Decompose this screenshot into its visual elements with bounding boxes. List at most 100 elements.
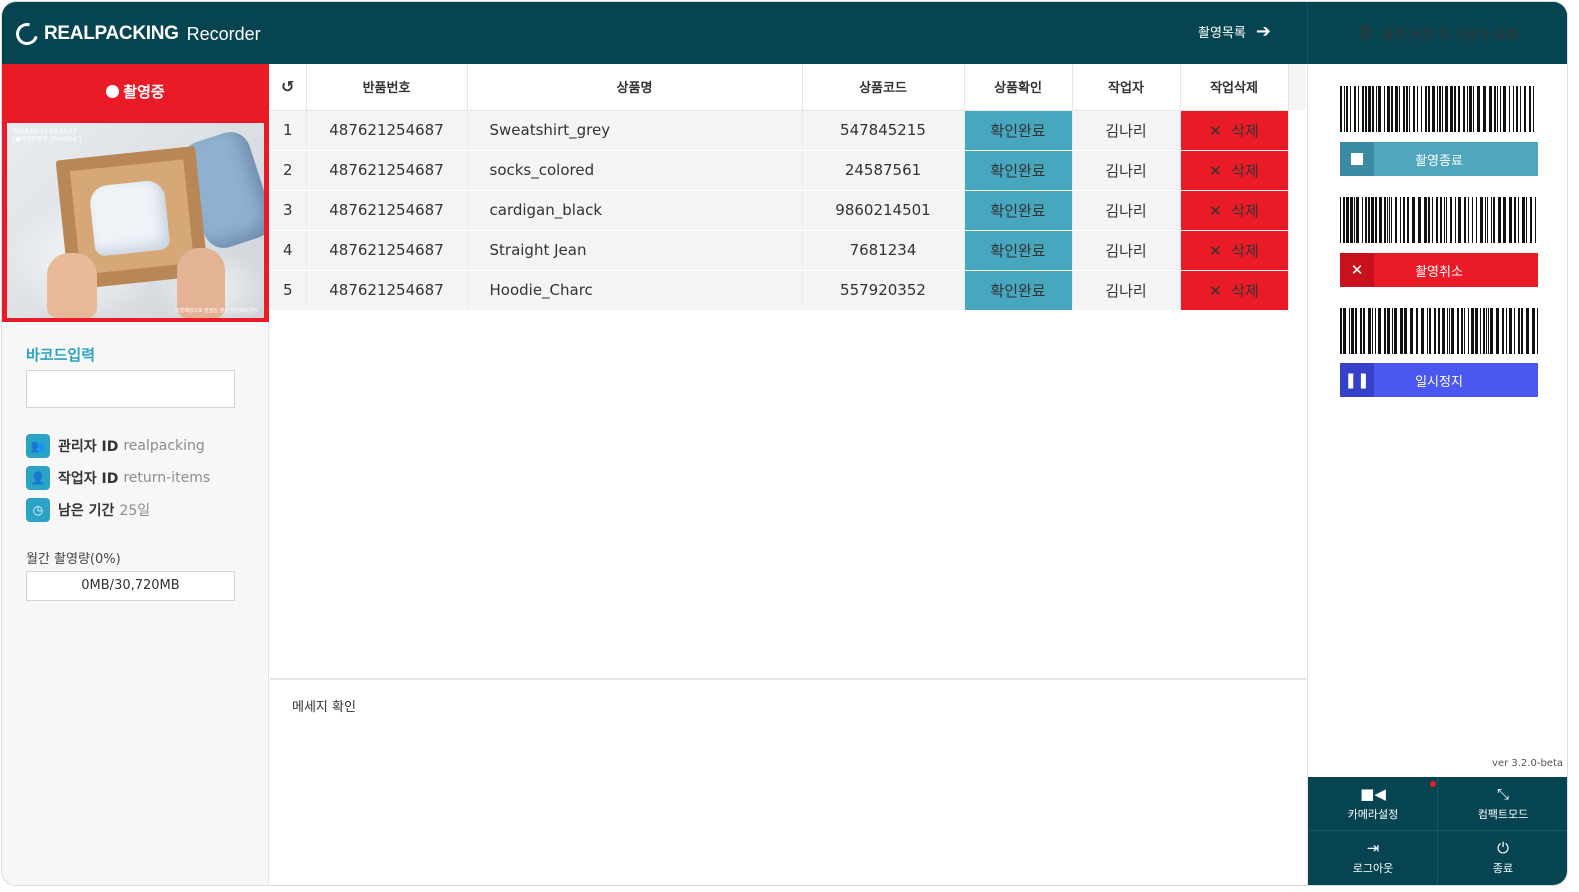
worker-name: 김나리 (1072, 270, 1181, 311)
return-number: 487621254687 (306, 230, 468, 271)
preview-barcode: [●바코드번호 1546654 ] (13, 136, 82, 143)
refresh-icon: ↺ (281, 77, 295, 97)
compress-icon: ⤡ (1496, 784, 1509, 803)
close-icon: ✕ (1209, 201, 1222, 220)
worker-id-value: return-items (123, 470, 211, 486)
close-icon: ✕ (1209, 241, 1222, 260)
product-code: 7681234 (802, 230, 965, 271)
app-window: REALPACKING Recorder 촬영목록 ➔ ⚙ 동작 버튼 및 사용… (2, 2, 1567, 885)
delete-label: 삭제 (1231, 201, 1259, 220)
return-items-table: ↺ 반품번호 상품명 상품코드 상품확인 작업자 작업삭제 1 48762125… (270, 64, 1289, 311)
column-return-no: 반품번호 (306, 64, 468, 111)
power-icon: ⏻ (1497, 838, 1509, 857)
column-delete: 작업삭제 (1180, 64, 1289, 111)
check-complete-button[interactable]: 확인완료 (964, 270, 1073, 311)
product-name: Sweatshirt_grey (467, 110, 803, 151)
table-row: 3 487621254687 cardigan_black 9860214501… (270, 190, 1289, 231)
barcode-pause-image (1340, 308, 1538, 354)
worker-name: 김나리 (1072, 110, 1181, 151)
recording-status-label: 촬영중 (123, 83, 165, 101)
worker-name: 김나리 (1072, 230, 1181, 271)
row-number: 5 (270, 270, 307, 311)
refresh-button[interactable]: ↺ (270, 64, 307, 111)
return-number: 487621254687 (306, 270, 468, 311)
row-number: 2 (270, 150, 307, 191)
recording-list-link[interactable]: 촬영목록 ➔ (1198, 22, 1271, 41)
row-number: 3 (270, 190, 307, 231)
close-icon: ✕ (1209, 161, 1222, 180)
column-worker: 작업자 (1072, 64, 1181, 111)
table-row: 4 487621254687 Straight Jean 7681234 확인완… (270, 230, 1289, 271)
barcode-input[interactable] (26, 370, 235, 408)
delete-button[interactable]: ✕ 삭제 (1180, 270, 1289, 311)
settings-button[interactable]: ⚙ 동작 버튼 및 사용자 설정 (1307, 2, 1567, 64)
check-complete-button[interactable]: 확인완료 (964, 190, 1073, 231)
notification-dot (1430, 781, 1436, 787)
worker-name: 김나리 (1072, 190, 1181, 231)
close-icon: ✕ (1209, 281, 1222, 300)
exit-button[interactable]: ⏻ 종료 (1438, 831, 1567, 885)
monthly-usage-value: 0MB/30,720MB (26, 571, 235, 601)
delete-button[interactable]: ✕ 삭제 (1180, 150, 1289, 191)
delete-label: 삭제 (1231, 281, 1259, 300)
preview-footer: 리얼패킹으로 촬영된 영상 무단배포금지 (175, 308, 258, 314)
recording-status: 촬영중 (2, 81, 269, 102)
product-name: Straight Jean (467, 230, 803, 271)
close-icon: ✕ (1209, 121, 1222, 140)
users-icon: 👥 (26, 434, 50, 458)
admin-id-row: 👥 관리자 ID realpacking (26, 434, 205, 458)
barcode-stop-image (1340, 86, 1534, 132)
left-panel: 촬영중 2025-06-19 09:14:57 [●바코드번호 1546654 … (2, 64, 269, 885)
check-complete-button[interactable]: 확인완료 (964, 150, 1073, 191)
stop-recording-button[interactable]: 촬영종료 (1340, 142, 1538, 176)
delete-button[interactable]: ✕ 삭제 (1180, 230, 1289, 271)
worker-id-label: 작업자 ID (58, 471, 119, 487)
camera-settings-button[interactable]: ■◀ 카메라설정 (1308, 777, 1438, 831)
logout-button[interactable]: ⇥ 로그아웃 (1308, 831, 1438, 885)
delete-button[interactable]: ✕ 삭제 (1180, 190, 1289, 231)
arrow-right-icon: ➔ (1255, 20, 1271, 42)
row-number: 4 (270, 230, 307, 271)
delete-label: 삭제 (1231, 121, 1259, 140)
preview-timestamp: 2025-06-19 09:14:57 (13, 128, 77, 135)
exit-label: 종료 (1492, 861, 1514, 875)
user-icon: 👤 (26, 466, 50, 490)
compact-mode-button[interactable]: ⤡ 컴팩트모드 (1438, 777, 1567, 831)
close-icon: ✕ (1340, 253, 1374, 287)
video-camera-icon: ■◀ (1360, 784, 1386, 803)
delete-button[interactable]: ✕ 삭제 (1180, 110, 1289, 151)
product-code: 24587561 (802, 150, 965, 191)
admin-id-label: 관리자 ID (58, 439, 119, 455)
worker-name: 김나리 (1072, 150, 1181, 191)
monthly-usage-label: 월간 촬영량(0%) (26, 552, 121, 567)
cancel-recording-button[interactable]: ✕ 촬영취소 (1340, 253, 1538, 287)
camera-settings-label: 카메라설정 (1347, 807, 1399, 821)
cancel-recording-label: 촬영취소 (1415, 264, 1463, 280)
check-complete-button[interactable]: 확인완료 (964, 230, 1073, 271)
recording-list-label: 촬영목록 (1198, 26, 1246, 41)
logo-brand: REALPACKING (44, 23, 179, 44)
delete-label: 삭제 (1231, 161, 1259, 180)
product-name: cardigan_black (467, 190, 803, 231)
camera-preview: 2025-06-19 09:14:57 [●바코드번호 1546654 ] 리얼… (7, 123, 264, 318)
worker-id-row: 👤 작업자 ID return-items (26, 466, 210, 490)
table-header-row: ↺ 반품번호 상품명 상품코드 상품확인 작업자 작업삭제 (270, 64, 1289, 111)
pause-button[interactable]: ❚❚ 일시정지 (1340, 363, 1538, 397)
bottom-menu: ■◀ 카메라설정 ⤡ 컴팩트모드 ⇥ 로그아웃 ⏻ 종료 (1308, 777, 1567, 885)
gear-icon: ⚙ (1356, 22, 1374, 44)
return-number: 487621254687 (306, 110, 468, 151)
record-dot-icon (106, 85, 120, 98)
pause-icon: ❚❚ (1340, 363, 1374, 397)
right-panel: 촬영종료 ✕ 촬영취소 ❚❚ 일시정지 ver 3.2.0-beta ■◀ 카메… (1307, 64, 1567, 885)
settings-label: 동작 버튼 및 사용자 설정 (1381, 27, 1519, 43)
product-name: Hoodie_Charc (467, 270, 803, 311)
stop-recording-label: 촬영종료 (1415, 153, 1463, 169)
message-title: 메세지 확인 (292, 700, 356, 715)
remaining-period-value: 25일 (119, 503, 151, 519)
delete-label: 삭제 (1231, 241, 1259, 260)
logo-product: Recorder (186, 23, 261, 44)
return-number: 487621254687 (306, 190, 468, 231)
check-complete-button[interactable]: 확인완료 (964, 110, 1073, 151)
logo-icon (11, 18, 43, 50)
logout-icon: ⇥ (1366, 838, 1380, 857)
